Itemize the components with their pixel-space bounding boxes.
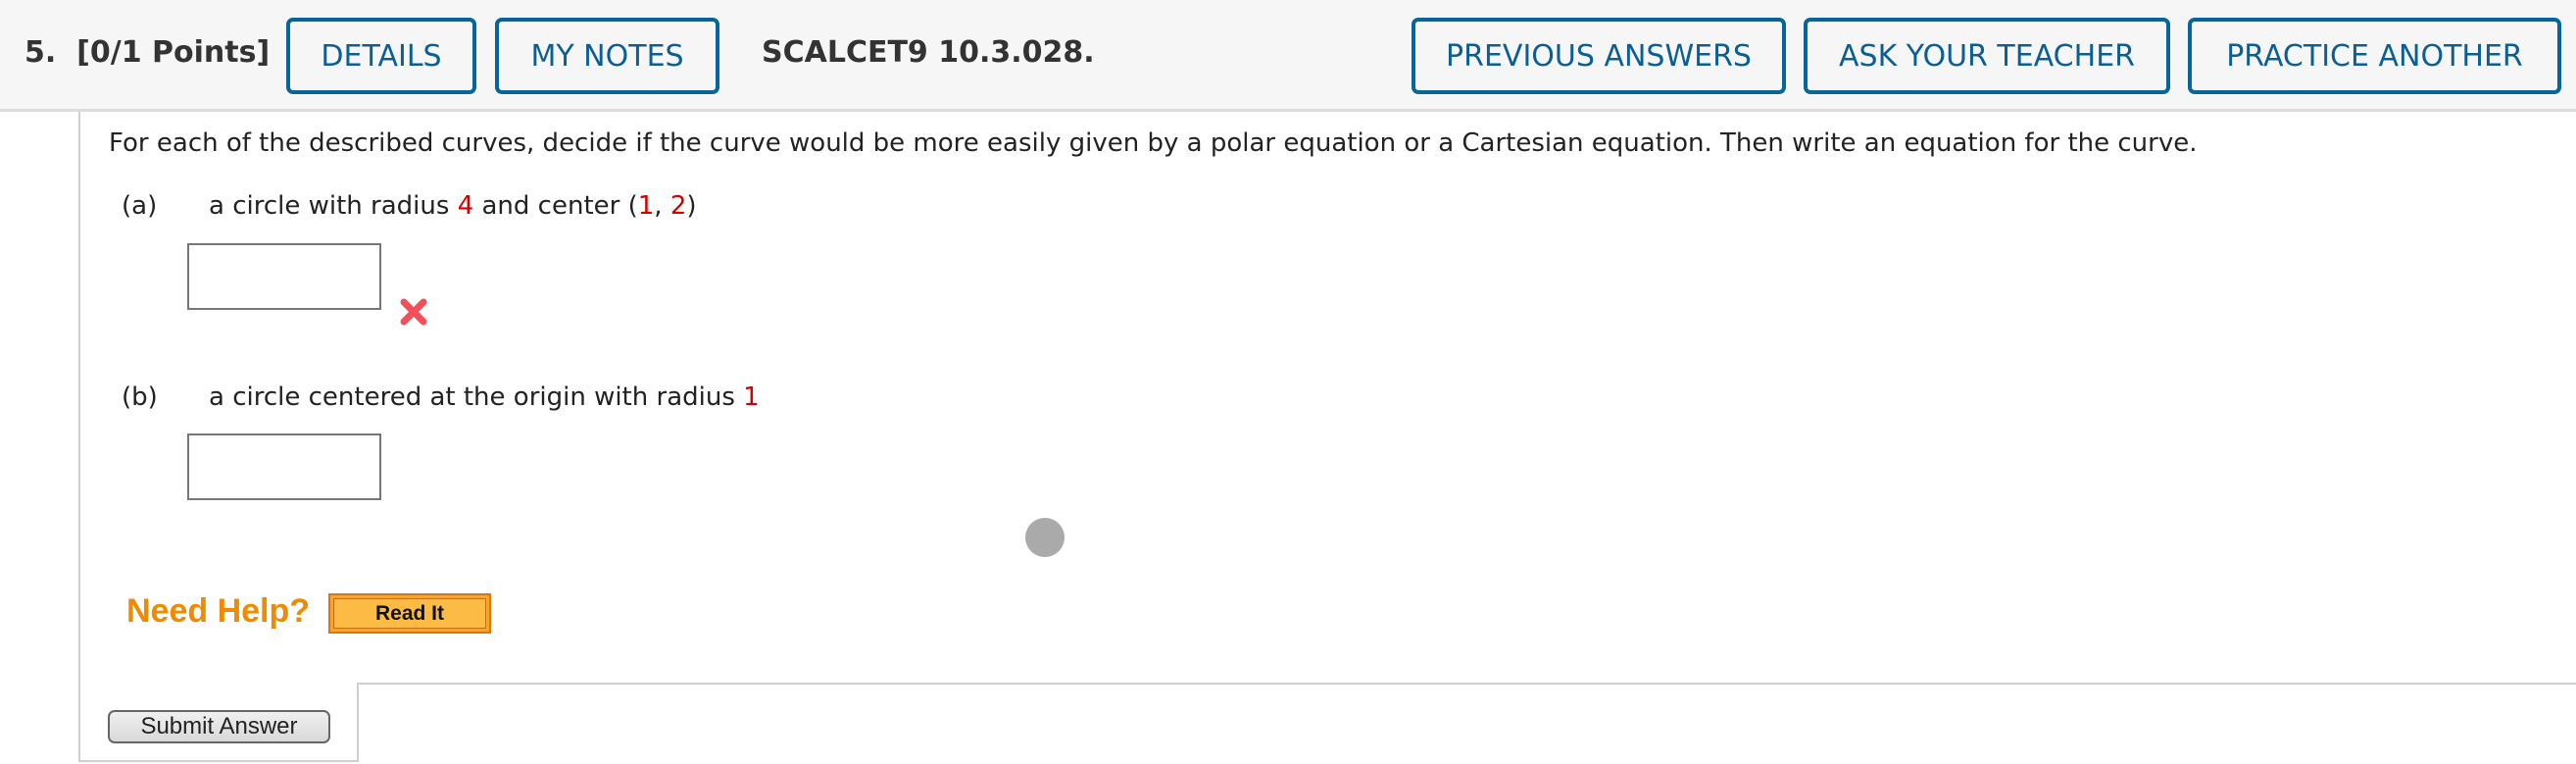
- part-a-label: (a): [122, 191, 158, 221]
- my-notes-button[interactable]: MY NOTES: [495, 18, 719, 94]
- footer-divider-horizontal: [357, 683, 2576, 685]
- part-a-text-2: and center (: [473, 191, 638, 221]
- part-a-text-1: a circle with radius: [209, 191, 458, 221]
- part-b-text-1: a circle centered at the origin with rad…: [209, 382, 744, 412]
- part-a-radius: 4: [457, 191, 474, 221]
- part-b-text: a circle centered at the origin with rad…: [209, 382, 760, 412]
- question-points: 5. [0/1 Points]: [25, 35, 270, 70]
- part-a-answer-input[interactable]: [187, 243, 381, 310]
- read-it-label: Read It: [333, 598, 486, 629]
- part-a-text: a circle with radius 4 and center (1, 2): [209, 191, 697, 221]
- question-header: 5. [0/1 Points] DETAILS MY NOTES SCALCET…: [0, 0, 2576, 112]
- part-b-answer-input[interactable]: [187, 433, 381, 500]
- previous-answers-button[interactable]: PREVIOUS ANSWERS: [1412, 18, 1786, 94]
- part-b-label: (b): [122, 382, 158, 412]
- need-help-label: Need Help?: [126, 592, 311, 630]
- submit-answer-button[interactable]: Submit Answer: [108, 710, 330, 743]
- cursor-indicator: [1025, 518, 1065, 557]
- part-a-center-x: 1: [637, 191, 655, 221]
- question-intro: For each of the described curves, decide…: [109, 128, 2198, 158]
- problem-code: SCALCET9 10.3.028.: [762, 35, 1095, 70]
- points-score: [0/1 Points]: [76, 35, 271, 70]
- part-b-radius: 1: [743, 382, 760, 412]
- red-x-icon: [400, 298, 427, 326]
- practice-another-button[interactable]: PRACTICE ANOTHER: [2188, 18, 2561, 94]
- ask-your-teacher-button[interactable]: ASK YOUR TEACHER: [1804, 18, 2170, 94]
- part-a-text-3: ): [686, 191, 697, 221]
- content-border-bottom: [78, 760, 359, 762]
- details-button[interactable]: DETAILS: [286, 18, 476, 94]
- footer-divider-vertical: [357, 684, 359, 762]
- part-a-center-y: 2: [669, 191, 687, 221]
- read-it-button[interactable]: Read It: [328, 593, 491, 634]
- part-a-comma: ,: [654, 191, 670, 221]
- question-number: 5.: [25, 35, 57, 70]
- content-border-left: [78, 112, 80, 762]
